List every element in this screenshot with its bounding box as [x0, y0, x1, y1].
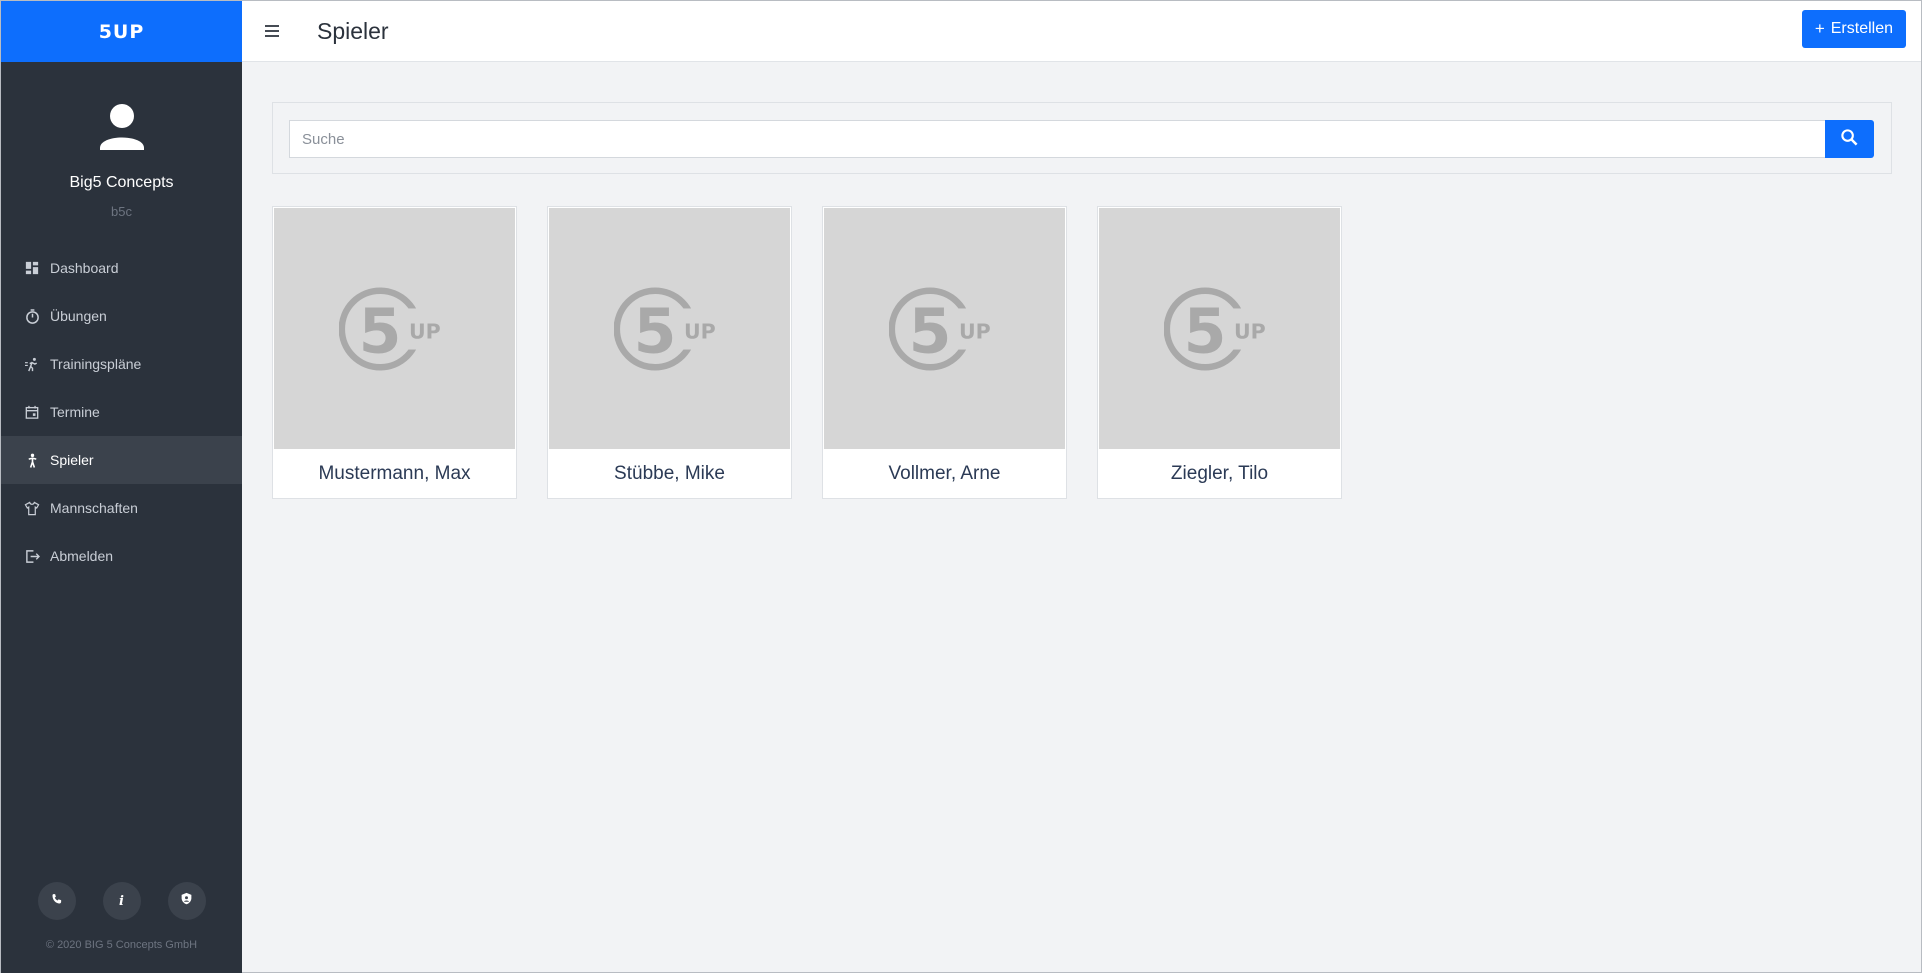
player-grid: 5 UP Mustermann, Max 5 UP Stübbe, Mike 5…: [272, 206, 1342, 499]
sidebar-item-label: Termine: [50, 404, 100, 420]
svg-text:5: 5: [633, 295, 676, 367]
avatar-icon: [94, 100, 150, 156]
sidebar-nav: Dashboard Übungen Trainingspläne Termine…: [1, 244, 242, 580]
player-image-placeholder: 5 UP: [274, 208, 515, 449]
5up-logo: 5 UP: [613, 286, 716, 371]
player-card[interactable]: 5 UP Mustermann, Max: [272, 206, 517, 499]
svg-text:5: 5: [908, 295, 951, 367]
sidebar-item-termine[interactable]: Termine: [1, 388, 242, 436]
player-name: Vollmer, Arne: [888, 463, 1001, 484]
sidebar-item-uebungen[interactable]: Übungen: [1, 292, 242, 340]
timer-icon: [24, 308, 40, 324]
page-title: Spieler: [317, 18, 389, 44]
logout-icon: [24, 548, 40, 564]
hamburger-menu-icon[interactable]: [262, 21, 282, 41]
brand-header[interactable]: 5UP: [1, 1, 242, 62]
sidebar-item-label: Abmelden: [50, 548, 114, 564]
sidebar-item-abmelden[interactable]: Abmelden: [1, 532, 242, 580]
sidebar-item-spieler[interactable]: Spieler: [1, 436, 242, 484]
sidebar-item-dashboard[interactable]: Dashboard: [1, 244, 242, 292]
svg-text:5: 5: [1183, 295, 1226, 367]
player-name: Mustermann, Max: [318, 463, 471, 484]
dashboard-icon: [24, 260, 40, 276]
search-input[interactable]: [289, 120, 1825, 158]
sidebar-item-label: Trainingspläne: [50, 356, 142, 372]
player-card[interactable]: 5 UP Vollmer, Arne: [822, 206, 1067, 499]
player-card[interactable]: 5 UP Ziegler, Tilo: [1097, 206, 1342, 499]
sidebar-footer-icons: i: [1, 882, 242, 920]
app-logo: 5UP: [98, 20, 145, 43]
search-panel: [272, 102, 1892, 174]
svg-text:5: 5: [358, 295, 401, 367]
svg-text:UP: UP: [409, 319, 441, 343]
player-image-placeholder: 5 UP: [1099, 208, 1340, 449]
player-card[interactable]: 5 UP Stübbe, Mike: [547, 206, 792, 499]
create-button-label: Erstellen: [1830, 20, 1893, 37]
phone-button[interactable]: [37, 882, 76, 920]
info-icon: i: [119, 893, 124, 909]
user-profile: Big5 Concepts b5c: [1, 62, 242, 219]
plus-icon: +: [1814, 19, 1825, 38]
player-image-placeholder: 5 UP: [824, 208, 1065, 449]
sidebar-item-label: Spieler: [50, 452, 94, 468]
5up-logo: 5 UP: [1163, 286, 1266, 371]
create-button[interactable]: + Erstellen: [1801, 10, 1906, 48]
copyright-text: © 2020 BIG 5 Concepts GmbH: [45, 939, 198, 951]
calendar-icon: [24, 404, 40, 420]
5up-logo: 5 UP: [888, 286, 991, 371]
sidebar-item-label: Dashboard: [50, 260, 119, 276]
privacy-button[interactable]: [167, 882, 206, 920]
svg-text:UP: UP: [684, 319, 716, 343]
5up-logo: 5 UP: [338, 286, 441, 371]
person-icon: [24, 452, 40, 468]
svg-text:UP: UP: [1234, 319, 1266, 343]
shirt-icon: [24, 500, 40, 516]
sidebar-item-trainingsplaene[interactable]: Trainingspläne: [1, 340, 242, 388]
search-button[interactable]: [1825, 120, 1874, 158]
player-name: Ziegler, Tilo: [1170, 463, 1269, 484]
sidebar-item-label: Übungen: [50, 308, 107, 324]
sidebar: 5UP Big5 Concepts b5c Dashboard Übungen: [1, 1, 242, 973]
shield-icon: [180, 892, 193, 910]
phone-icon: [51, 892, 63, 910]
running-icon: [24, 356, 40, 372]
profile-subtitle: b5c: [111, 204, 132, 219]
info-button[interactable]: i: [102, 882, 141, 920]
profile-name: Big5 Concepts: [69, 174, 174, 191]
search-icon: [1840, 128, 1859, 150]
player-image-placeholder: 5 UP: [549, 208, 790, 449]
topbar: Spieler + Erstellen: [242, 1, 1921, 62]
svg-text:UP: UP: [959, 319, 991, 343]
player-name: Stübbe, Mike: [614, 463, 725, 484]
sidebar-item-mannschaften[interactable]: Mannschaften: [1, 484, 242, 532]
sidebar-item-label: Mannschaften: [50, 500, 138, 516]
